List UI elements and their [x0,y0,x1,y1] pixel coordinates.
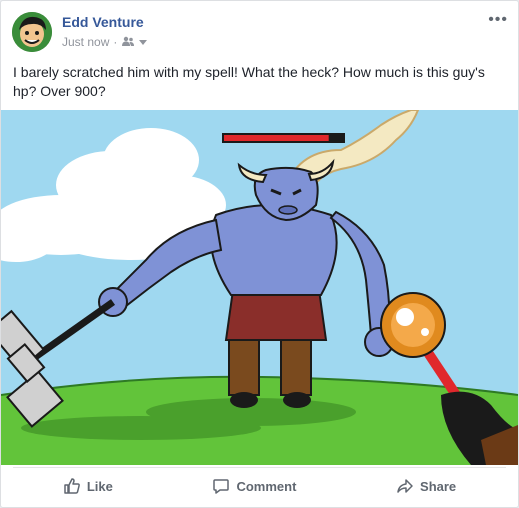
audience-dropdown-icon[interactable] [139,35,148,49]
friends-icon[interactable] [121,35,135,49]
comment-button[interactable]: Comment [198,471,310,501]
like-button[interactable]: Like [49,471,127,501]
share-label: Share [420,478,457,494]
thumbs-up-icon [63,477,81,495]
meta-separator: · [113,35,118,49]
post-card: Edd Venture Just now · ••• I barely scra… [0,0,519,508]
post-actions-bar: Like Comment Share [13,467,506,504]
more-options-icon[interactable]: ••• [488,11,508,29]
avatar[interactable] [12,12,52,52]
boss-hp-fill [224,135,329,141]
post-image[interactable] [1,110,518,465]
share-button[interactable]: Share [382,471,470,501]
post-time[interactable]: Just now [62,35,109,49]
author-name[interactable]: Edd Venture [62,14,144,30]
post-text: I barely scratched him with my spell! Wh… [13,64,485,99]
share-icon [396,477,414,495]
comment-icon [212,477,230,495]
comment-label: Comment [236,478,297,494]
like-label: Like [86,478,113,494]
post-meta: Just now · [62,35,148,49]
